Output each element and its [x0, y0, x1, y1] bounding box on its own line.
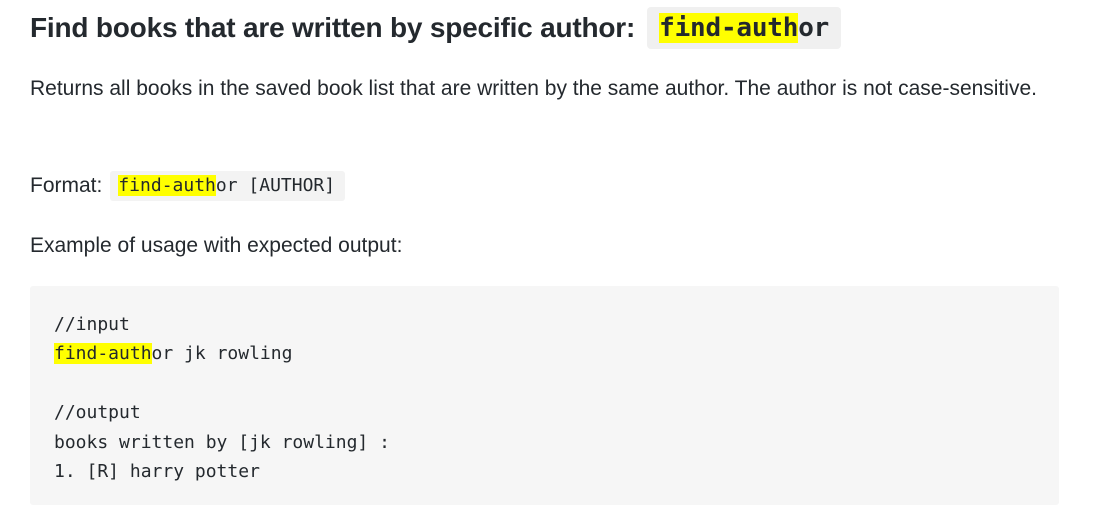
section-heading: Find books that are written by specific …: [30, 6, 842, 50]
format-command-code: find-author [AUTHOR]: [110, 170, 346, 201]
code-line-output-header: books written by [jk rowling] :: [54, 431, 390, 453]
search-highlight: find-auth: [54, 343, 152, 365]
description-paragraph: Returns all books in the saved book list…: [30, 77, 1037, 100]
code-line-output-result: 1. [R] harry potter: [54, 460, 260, 482]
heading-text: Find books that are written by specific …: [30, 12, 636, 43]
code-input-rest: or jk rowling: [151, 343, 293, 365]
heading-command-rest: or: [798, 13, 830, 43]
code-line-output-comment: //output: [54, 402, 141, 424]
documentation-page: Find books that are written by specific …: [0, 0, 1110, 505]
heading-command-code: find-author: [647, 7, 842, 49]
format-command-rest: or [AUTHOR]: [215, 174, 336, 196]
code-line-input-comment: //input: [54, 314, 130, 335]
example-label: Example of usage with expected output:: [30, 234, 403, 257]
search-highlight: find-auth: [659, 13, 799, 43]
format-label: Format:: [30, 174, 103, 197]
code-line-input-command: find-author jk rowling: [54, 339, 1035, 368]
format-paragraph: Format: find-author [AUTHOR]: [30, 167, 1060, 204]
search-highlight: find-auth: [118, 174, 216, 196]
example-code-block: //input find-author jk rowling //output …: [30, 286, 1059, 505]
